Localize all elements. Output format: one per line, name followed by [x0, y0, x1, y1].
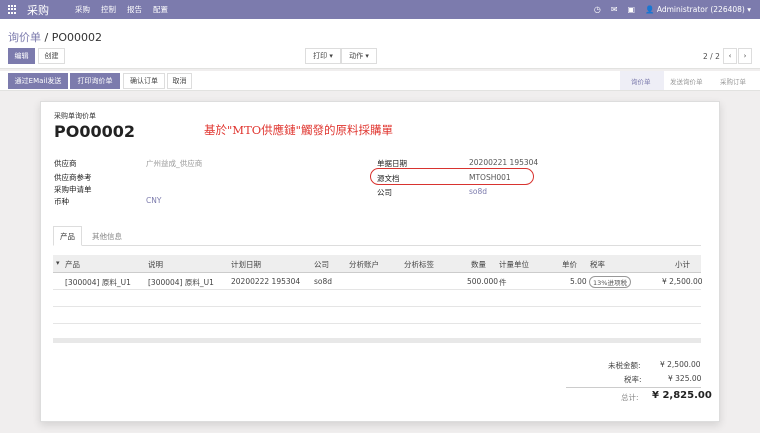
table-row[interactable]: [300004] 原料_U1 [300004] 原料_U1 20200222 1…: [53, 273, 703, 290]
stage-purchase-order[interactable]: 采购订单: [716, 71, 760, 90]
app-title: 采购: [27, 3, 49, 17]
row-tax-badge: 13%进项税: [589, 276, 631, 288]
document-name: PO00002: [54, 122, 135, 141]
column-product[interactable]: 产品: [65, 259, 80, 270]
column-scheduled-date[interactable]: 计划日期: [231, 259, 261, 270]
print-rfq-button[interactable]: 打印询价单: [70, 73, 120, 89]
company-field[interactable]: so8d: [469, 187, 487, 196]
row-unit-price: 5.00: [570, 277, 587, 286]
user-menu[interactable]: 👤 Administrator (226408) ▾: [645, 5, 751, 14]
systray: ◷ ✉ ▣ 👤 Administrator (226408) ▾: [594, 5, 751, 14]
empty-row: [53, 290, 701, 307]
activity-icon[interactable]: ▣: [628, 5, 636, 14]
breadcrumb-current: PO00002: [51, 31, 103, 44]
breadcrumb-separator: /: [44, 31, 49, 44]
currency-field[interactable]: CNY: [146, 196, 161, 205]
action-label: 动作: [349, 52, 364, 60]
requisition-label: 采购申请单: [54, 185, 92, 194]
totals-divider: [566, 387, 701, 388]
caret-down-icon: ▾: [329, 52, 333, 60]
total-value: ¥ 2,825.00: [652, 390, 712, 401]
vendor-label: 供应商: [54, 159, 77, 168]
main-menu: 采购 控制 报告 配置: [75, 4, 168, 15]
clock-icon[interactable]: ◷: [594, 5, 601, 14]
apps-icon[interactable]: [8, 4, 18, 15]
stage-rfq-sent[interactable]: 发送询价单: [664, 71, 716, 90]
row-description: [300004] 原料_U1: [148, 278, 214, 287]
breadcrumb: 询价单 / PO00002: [8, 29, 102, 45]
chat-icon[interactable]: ✉: [611, 5, 618, 14]
confirm-order-button[interactable]: 确认订单: [123, 73, 165, 89]
print-dropdown[interactable]: 打印 ▾: [305, 48, 341, 64]
empty-row: [53, 307, 701, 324]
breadcrumb-parent[interactable]: 询价单: [8, 31, 41, 44]
tab-other-info[interactable]: 其他信息: [85, 226, 129, 246]
row-company: so8d: [314, 277, 333, 286]
row-product: [300004] 原料_U1: [65, 278, 131, 287]
send-email-button[interactable]: 通过EMail发送: [8, 73, 68, 89]
control-panel: 询价单 / PO00002 编辑 创建 打印 ▾ 动作 ▾ 2 / 2 ‹ ›: [0, 19, 760, 69]
action-dropdown[interactable]: 动作 ▾: [341, 48, 377, 64]
column-taxes[interactable]: 税率: [590, 259, 605, 270]
untaxed-amount-value: ¥ 2,500.00: [660, 360, 701, 369]
document-type-label: 采购单询价单: [54, 112, 96, 120]
caret-down-icon: ▾: [365, 52, 369, 60]
form-sheet: 采购单询价单 PO00002 基於"MTO供應鏈"觸發的原料採購單 供应商 广州…: [40, 101, 720, 422]
top-navbar: 采购 采购 控制 报告 配置 ◷ ✉ ▣ 👤 Administrator (22…: [0, 0, 760, 19]
currency-label: 币种: [54, 197, 69, 206]
table-header: ▾ 产品 说明 计划日期 公司 分析账户 分析标签 数量 计量单位 单价 税率 …: [53, 255, 701, 273]
annotation-highlight-oval: [370, 168, 534, 185]
column-unit-price[interactable]: 单价: [562, 259, 577, 270]
notebook-tabs: 产品 其他信息: [53, 226, 701, 246]
chevron-left-icon: ‹: [728, 52, 732, 60]
column-subtotal[interactable]: 小计: [675, 259, 690, 270]
column-description[interactable]: 说明: [148, 259, 163, 270]
column-uom[interactable]: 计量单位: [499, 259, 529, 270]
cancel-button[interactable]: 取消: [167, 73, 192, 89]
row-uom: 件: [499, 278, 507, 287]
row-subtotal: ¥ 2,500.00: [662, 277, 703, 286]
pager-value: 2 / 2: [703, 52, 720, 61]
row-scheduled-date: 20200222 195304: [231, 277, 301, 286]
vendor-ref-label: 供应商参考: [54, 173, 92, 182]
tax-amount-value: ¥ 325.00: [668, 374, 702, 383]
stage-rfq[interactable]: 询价单: [620, 71, 664, 90]
column-quantity[interactable]: 数量: [471, 259, 486, 270]
menu-item-reports[interactable]: 报告: [127, 4, 142, 15]
vendor-field[interactable]: 广州益成_供应商: [146, 158, 202, 169]
user-name: Administrator (226408): [656, 5, 745, 14]
menu-item-control[interactable]: 控制: [101, 4, 116, 15]
print-label: 打印: [313, 52, 328, 60]
menu-item-purchase[interactable]: 采购: [75, 4, 90, 15]
order-date-field[interactable]: 20200221 195304: [469, 158, 538, 167]
status-bar: 通过EMail发送 打印询价单 确认订单 取消 询价单 发送询价单 采购订单: [0, 71, 760, 91]
create-button[interactable]: 创建: [38, 48, 65, 64]
company-label: 公司: [377, 188, 392, 197]
table-footer: [53, 338, 701, 343]
pager-next-button[interactable]: ›: [738, 48, 752, 64]
pager-prev-button[interactable]: ‹: [723, 48, 737, 64]
row-quantity: 500.000: [467, 277, 499, 286]
column-company[interactable]: 公司: [314, 259, 329, 270]
menu-item-config[interactable]: 配置: [153, 4, 168, 15]
column-analytic-tags[interactable]: 分析标签: [404, 259, 434, 270]
chevron-right-icon: ›: [743, 52, 747, 60]
tax-amount-label: 税率:: [624, 375, 642, 384]
total-label: 总计:: [621, 393, 639, 402]
tab-products[interactable]: 产品: [53, 226, 82, 246]
untaxed-amount-label: 未税金额:: [608, 361, 641, 370]
user-icon: 👤: [645, 5, 655, 14]
edit-button[interactable]: 编辑: [8, 48, 35, 64]
column-analytic-account[interactable]: 分析账户: [349, 259, 379, 270]
sort-caret-icon: ▾: [56, 259, 60, 267]
annotation-text: 基於"MTO供應鏈"觸發的原料採購單: [204, 123, 393, 137]
